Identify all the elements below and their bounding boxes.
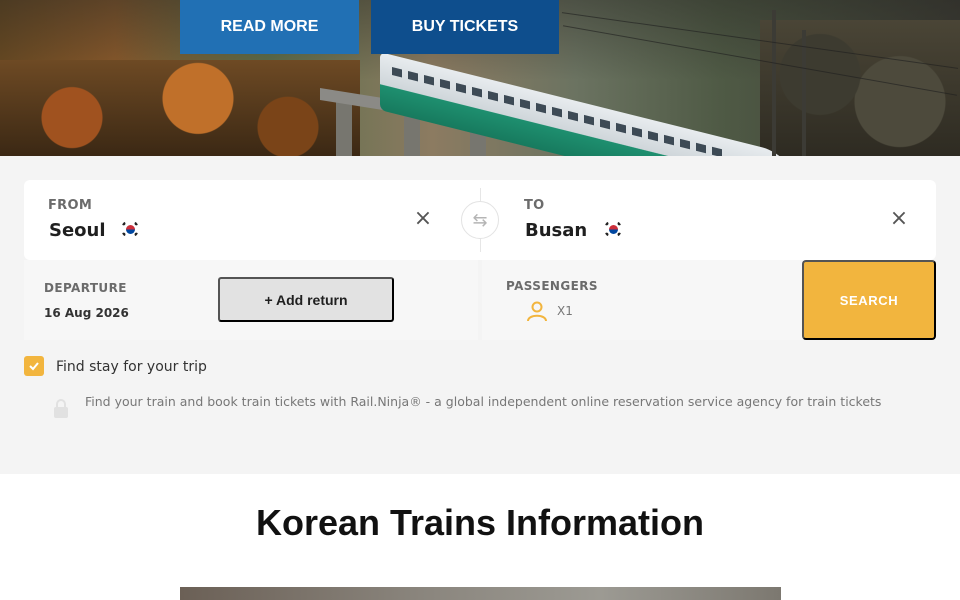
service-notice-text: Find your train and book train tickets w… <box>85 394 882 409</box>
check-icon <box>29 362 39 371</box>
catenary-pole <box>772 10 776 156</box>
train-search-section: FROM Seoul × ⇆ TO Busan × DEPARTURE 16 A… <box>0 156 960 474</box>
south-korea-flag-icon <box>604 220 622 238</box>
passengers-label: PASSENGERS <box>506 279 598 293</box>
south-korea-flag-icon <box>121 220 139 238</box>
clear-from-icon[interactable]: × <box>413 208 433 230</box>
person-icon <box>527 301 547 322</box>
find-stay-checkbox[interactable] <box>24 356 44 376</box>
hero-foliage-right <box>760 20 960 156</box>
hero-foliage-left <box>0 60 360 156</box>
buy-tickets-button[interactable]: BUY TICKETS <box>371 0 559 54</box>
to-city[interactable]: Busan <box>525 220 587 241</box>
swap-arrows-icon[interactable]: ⇆ <box>461 201 499 239</box>
departure-date[interactable]: 16 Aug 2026 <box>44 306 129 320</box>
hero-banner: READ MORE BUY TICKETS <box>0 0 960 156</box>
clear-to-icon[interactable]: × <box>889 208 909 230</box>
korean-trains-image <box>180 587 781 600</box>
add-return-button[interactable]: + Add return <box>218 277 394 322</box>
trip-details: DEPARTURE 16 Aug 2026 + Add return PASSE… <box>24 260 936 340</box>
catenary-pole <box>802 30 806 156</box>
departure-label: DEPARTURE <box>44 281 127 295</box>
departure-panel[interactable]: DEPARTURE 16 Aug 2026 + Add return <box>24 260 478 340</box>
find-stay-label[interactable]: Find stay for your trip <box>56 359 207 375</box>
to-label: TO <box>524 198 545 213</box>
search-button[interactable]: SEARCH <box>802 260 936 340</box>
passengers-panel[interactable]: PASSENGERS X1 <box>482 260 804 340</box>
passenger-count: X1 <box>557 304 573 318</box>
train-windows <box>392 66 722 156</box>
lock-icon <box>54 399 68 418</box>
page-section-title: Korean Trains Information <box>255 502 705 543</box>
route-box: FROM Seoul × ⇆ TO Busan × <box>24 180 936 260</box>
read-more-button[interactable]: READ MORE <box>180 0 359 54</box>
from-city[interactable]: Seoul <box>49 220 106 241</box>
from-label: FROM <box>48 198 93 213</box>
